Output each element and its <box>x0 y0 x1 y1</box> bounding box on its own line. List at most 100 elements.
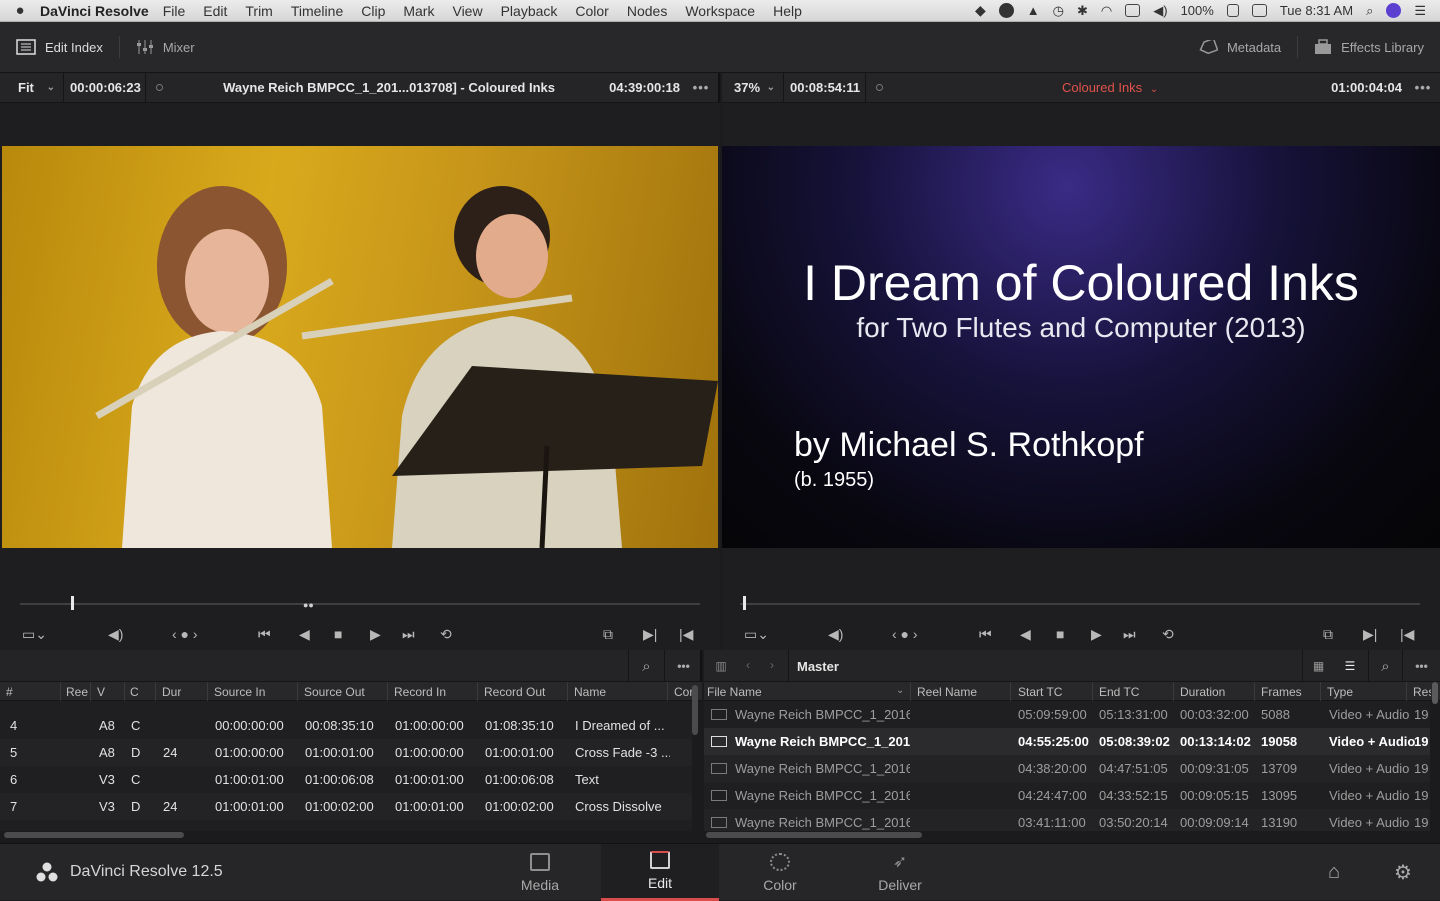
col-source-in[interactable]: Source In <box>214 685 265 699</box>
bin-list-toggle-icon[interactable]: ▥ <box>704 650 738 682</box>
source-zoom-select[interactable]: Fit ⌄ <box>0 73 64 102</box>
col-divider[interactable] <box>1173 682 1174 701</box>
play-icon[interactable]: ▶ <box>370 624 381 644</box>
col-v[interactable]: V <box>97 685 105 699</box>
table-row[interactable]: 7 V3 D 24 01:00:01:00 01:00:02:00 01:00:… <box>0 793 692 820</box>
list-item[interactable]: Wayne Reich BMPCC_1_2016-... 04:24:47:00… <box>704 782 1430 809</box>
source-in-out-marker[interactable]: ●● <box>303 600 314 610</box>
col-divider[interactable] <box>207 682 208 701</box>
jump-start-icon[interactable]: ⏮ <box>258 624 271 644</box>
col-divider[interactable] <box>567 682 568 701</box>
viewer-mode-icon[interactable]: ▭⌄ <box>22 624 47 644</box>
timeline-playhead[interactable] <box>743 596 747 610</box>
home-icon[interactable]: ⌂ <box>1328 861 1340 884</box>
list-item[interactable]: Wayne Reich BMPCC_1_2016-... 04:38:20:00… <box>704 755 1430 782</box>
col-divider[interactable] <box>1406 682 1407 701</box>
jump-end-icon[interactable]: ⏭ <box>1123 624 1136 644</box>
loop-icon[interactable]: ⟲ <box>440 624 452 644</box>
audio-volume-icon[interactable]: ◀) <box>828 624 843 644</box>
media-pool-options-icon[interactable]: ••• <box>1402 650 1440 682</box>
page-edit-tab[interactable]: Edit <box>601 844 719 901</box>
col-reel-name[interactable]: Reel Name <box>917 685 977 699</box>
col-divider[interactable] <box>155 682 156 701</box>
col-frames[interactable]: Frames <box>1261 685 1302 699</box>
col-divider[interactable] <box>124 682 125 701</box>
settings-gear-icon[interactable]: ⚙ <box>1394 860 1412 885</box>
audio-volume-icon[interactable]: ◀) <box>108 624 123 644</box>
col-duration[interactable]: Duration <box>1180 685 1225 699</box>
page-color-tab[interactable]: Color <box>721 844 839 901</box>
spotlight-icon[interactable]: ⌕ <box>1366 3 1373 19</box>
stop-icon[interactable]: ■ <box>1056 624 1064 644</box>
dropbox-icon[interactable]: ◆ <box>975 2 986 19</box>
apple-menu-icon[interactable]: ● <box>0 2 40 19</box>
next-edit-icon[interactable]: ▶| <box>643 624 657 644</box>
wifi-icon[interactable]: ◠ <box>1101 3 1112 19</box>
table-row[interactable]: 6 V3 C 01:00:01:00 01:00:06:08 01:00:01:… <box>0 766 692 793</box>
menu-app-name[interactable]: DaVinci Resolve <box>40 3 149 19</box>
search-icon[interactable]: ⌕ <box>628 650 664 682</box>
menu-nodes[interactable]: Nodes <box>627 3 667 19</box>
jog-control-icon[interactable]: ‹ ● › <box>172 624 198 644</box>
source-scrub-track[interactable] <box>20 603 700 605</box>
play-icon[interactable]: ▶ <box>1091 624 1102 644</box>
viewer-mode-icon[interactable]: ▭⌄ <box>744 624 769 644</box>
metadata-button[interactable]: Metadata <box>1182 22 1297 72</box>
source-dot-icon[interactable] <box>156 84 163 91</box>
timeline-zoom-select[interactable]: 37% ⌄ <box>722 73 784 102</box>
menu-edit[interactable]: Edit <box>203 3 227 19</box>
menu-help[interactable]: Help <box>773 3 802 19</box>
list-view-icon[interactable]: ☰ <box>1334 650 1366 682</box>
col-divider[interactable] <box>1254 682 1255 701</box>
timeline-dot-icon[interactable] <box>876 84 883 91</box>
menu-clip[interactable]: Clip <box>361 3 385 19</box>
col-divider[interactable] <box>90 682 91 701</box>
col-divider[interactable] <box>297 682 298 701</box>
menu-view[interactable]: View <box>452 3 482 19</box>
timeline-options-more-icon[interactable]: ••• <box>1406 80 1440 95</box>
list-item[interactable]: Wayne Reich BMPCC_1_2016-... 03:41:11:00… <box>704 809 1430 831</box>
creative-cloud-icon[interactable] <box>998 3 1014 18</box>
time-machine-icon[interactable]: ◷ <box>1053 3 1064 19</box>
col-divider[interactable] <box>910 682 911 701</box>
col-name[interactable]: Name <box>574 685 606 699</box>
col-source-out[interactable]: Source Out <box>304 685 365 699</box>
calendar-icon[interactable] <box>1251 4 1267 17</box>
menu-workspace[interactable]: Workspace <box>685 3 755 19</box>
search-icon[interactable]: ⌕ <box>1368 650 1402 682</box>
jump-start-icon[interactable]: ⏮ <box>979 624 992 644</box>
airplay-icon[interactable] <box>1125 4 1141 17</box>
edit-index-vscroll[interactable] <box>692 685 698 735</box>
col-divider[interactable] <box>1010 682 1011 701</box>
nav-back-icon[interactable]: ‹ <box>746 658 750 672</box>
source-video-frame[interactable] <box>2 146 718 548</box>
timeline-timecode[interactable]: 00:08:54:11 <box>784 73 866 102</box>
page-media-tab[interactable]: Media <box>481 844 599 901</box>
sort-chevron-icon[interactable]: ⌄ <box>896 685 904 696</box>
col-divider[interactable] <box>1320 682 1321 701</box>
match-frame-icon[interactable]: ⧉ <box>603 624 613 644</box>
timeline-scrub-track[interactable] <box>740 603 1420 605</box>
siri-icon[interactable] <box>1386 3 1402 18</box>
edit-index-options-icon[interactable]: ••• <box>664 650 702 682</box>
col-record-in[interactable]: Record In <box>394 685 446 699</box>
col-divider[interactable] <box>1092 682 1093 701</box>
source-playhead[interactable] <box>71 596 74 610</box>
prev-edit-icon[interactable]: |◀ <box>1400 624 1414 644</box>
menu-file[interactable]: File <box>163 3 186 19</box>
col-divider[interactable] <box>667 682 668 701</box>
col-record-out[interactable]: Record Out <box>484 685 545 699</box>
col-file-name[interactable]: File Name <box>707 685 762 699</box>
col-number[interactable]: # <box>6 685 13 699</box>
next-edit-icon[interactable]: ▶| <box>1363 624 1377 644</box>
col-type[interactable]: Type <box>1327 685 1353 699</box>
timeline-scrubber[interactable] <box>722 590 1440 618</box>
prev-edit-icon[interactable]: |◀ <box>679 624 693 644</box>
edit-index-button[interactable]: Edit Index <box>0 22 119 72</box>
col-cor[interactable]: Cor <box>674 685 694 699</box>
nav-forward-icon[interactable]: › <box>770 658 774 672</box>
menu-color[interactable]: Color <box>575 3 608 19</box>
col-dur[interactable]: Dur <box>162 685 181 699</box>
clock[interactable]: Tue 8:31 AM <box>1280 3 1353 18</box>
menu-trim[interactable]: Trim <box>245 3 272 19</box>
